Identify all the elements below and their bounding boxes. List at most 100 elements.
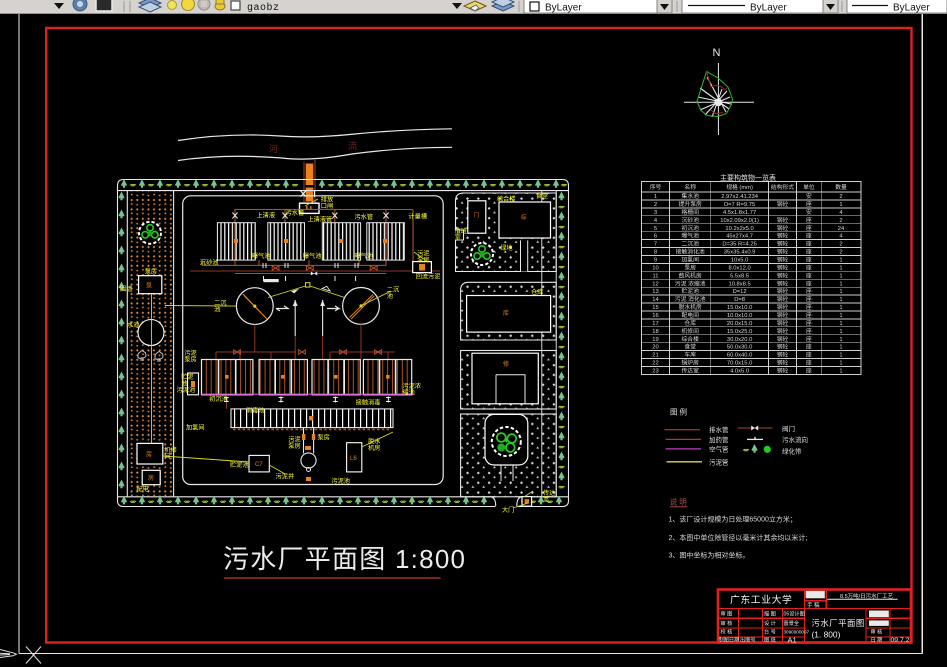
svg-text:图例: 图例 bbox=[670, 407, 689, 417]
svg-text:污泥泵房: 污泥泵房 bbox=[184, 349, 196, 364]
svg-text:70.0x15.0: 70.0x15.0 bbox=[727, 361, 752, 367]
svg-text:沉砂池: 沉砂池 bbox=[200, 259, 219, 267]
svg-text:广东工业大学: 广东工业大学 bbox=[730, 593, 792, 606]
svg-text:2: 2 bbox=[839, 218, 842, 224]
svg-text:3: 3 bbox=[654, 210, 657, 216]
svg-text:座: 座 bbox=[806, 224, 812, 232]
svg-text:泵房: 泵房 bbox=[684, 263, 696, 271]
svg-text:24: 24 bbox=[838, 226, 845, 232]
svg-text:8.5万吨/日污水厂工艺: 8.5万吨/日污水厂工艺 bbox=[840, 592, 894, 600]
svg-text:19: 19 bbox=[652, 337, 658, 343]
svg-text:钢砼: 钢砼 bbox=[777, 351, 789, 359]
svg-text:1: 1 bbox=[839, 361, 842, 367]
svg-text:16: 16 bbox=[652, 313, 658, 319]
svg-text:规格 (mm): 规格 (mm) bbox=[726, 183, 753, 191]
svg-text:库: 库 bbox=[503, 309, 509, 317]
svg-text:污水厂平面图 1:800: 污水厂平面图 1:800 bbox=[223, 544, 465, 574]
svg-text:15.0x25.0: 15.0x25.0 bbox=[727, 329, 752, 335]
svg-text:钢砼: 钢砼 bbox=[777, 303, 789, 311]
svg-text:钢砼: 钢砼 bbox=[777, 256, 789, 264]
svg-text:10.8x8.5: 10.8x8.5 bbox=[728, 281, 750, 287]
svg-text:C7: C7 bbox=[255, 462, 263, 468]
svg-text:1: 1 bbox=[839, 313, 842, 319]
svg-text:35x35.4x0.9: 35x35.4x0.9 bbox=[724, 250, 756, 256]
svg-text:gaobz: gaobz bbox=[247, 2, 280, 14]
svg-text:1: 1 bbox=[839, 369, 842, 375]
svg-text:1: 1 bbox=[839, 345, 842, 351]
svg-text:钢砼: 钢砼 bbox=[777, 240, 789, 248]
svg-text:18: 18 bbox=[652, 329, 658, 335]
svg-text:钢砼: 钢砼 bbox=[777, 319, 789, 327]
svg-text:空气管: 空气管 bbox=[709, 445, 729, 454]
svg-text:房: 房 bbox=[148, 474, 154, 482]
svg-text:2、本图中单位除管径以毫米计其余均以米计;: 2、本图中单位除管径以毫米计其余均以米计; bbox=[669, 533, 808, 542]
svg-text:传达室: 传达室 bbox=[681, 367, 699, 375]
svg-text:曝气池: 曝气池 bbox=[355, 252, 374, 260]
svg-text:污水管: 污水管 bbox=[355, 213, 374, 221]
svg-text:钢砼: 钢砼 bbox=[777, 327, 789, 335]
svg-text:22: 22 bbox=[652, 361, 658, 367]
svg-text:钢砼: 钢砼 bbox=[777, 271, 789, 279]
svg-text:泵房: 泵房 bbox=[317, 434, 329, 442]
svg-text:10x2.09x2.0(1): 10x2.09x2.0(1) bbox=[720, 218, 759, 224]
svg-text:座: 座 bbox=[806, 295, 812, 303]
svg-text:座: 座 bbox=[806, 319, 812, 327]
svg-text:名称: 名称 bbox=[684, 183, 696, 191]
svg-text:座: 座 bbox=[806, 271, 812, 279]
svg-text:加氯间: 加氯间 bbox=[186, 424, 205, 432]
svg-text:手 稿: 手 稿 bbox=[807, 601, 820, 609]
svg-text:14: 14 bbox=[652, 297, 659, 303]
svg-text:流: 流 bbox=[348, 140, 357, 151]
svg-text:8: 8 bbox=[654, 250, 657, 256]
svg-text:钢砼: 钢砼 bbox=[777, 295, 789, 303]
svg-text:6: 6 bbox=[654, 234, 657, 240]
svg-text:贮泥池: 贮泥池 bbox=[681, 287, 699, 295]
svg-text:座: 座 bbox=[806, 351, 812, 359]
svg-text:60.0x40.0: 60.0x40.0 bbox=[727, 353, 752, 359]
svg-text:综合楼: 综合楼 bbox=[497, 195, 516, 203]
svg-text:综: 综 bbox=[521, 213, 527, 221]
svg-text:3、图中坐标为相对坐标。: 3、图中坐标为相对坐标。 bbox=[669, 551, 750, 560]
svg-text:结构形式: 结构形式 bbox=[771, 183, 794, 191]
svg-text:20: 20 bbox=[652, 345, 658, 351]
svg-text:1: 1 bbox=[839, 258, 842, 264]
svg-text:21: 21 bbox=[652, 353, 658, 359]
svg-text:座: 座 bbox=[806, 335, 812, 343]
svg-text:1、该厂设计规模为日处理65000立方米；: 1、该厂设计规模为日处理65000立方米； bbox=[669, 515, 797, 524]
svg-text:10.2x2x5.0: 10.2x2x5.0 bbox=[725, 226, 753, 232]
svg-text:1: 1 bbox=[839, 281, 842, 287]
svg-text:ByLayer: ByLayer bbox=[750, 3, 787, 14]
svg-text:钢砼: 钢砼 bbox=[777, 248, 789, 256]
svg-text:排放口闸: 排放口闸 bbox=[321, 196, 333, 211]
svg-text:5.5x8.5: 5.5x8.5 bbox=[730, 273, 749, 279]
svg-text:1: 1 bbox=[839, 265, 842, 271]
svg-text:7: 7 bbox=[654, 242, 657, 248]
svg-text:图 纸: 图 纸 bbox=[764, 636, 776, 644]
svg-text:食堂: 食堂 bbox=[536, 192, 548, 200]
svg-text:座: 座 bbox=[806, 303, 812, 311]
svg-text:座: 座 bbox=[806, 327, 812, 335]
svg-text:13: 13 bbox=[652, 289, 658, 295]
svg-text:围墙: 围墙 bbox=[120, 285, 132, 293]
svg-text:脱水机房: 脱水机房 bbox=[368, 438, 381, 453]
svg-text:设 计: 设 计 bbox=[764, 619, 776, 627]
svg-text:污泥池: 污泥池 bbox=[177, 386, 196, 394]
svg-text:1: 1 bbox=[839, 289, 842, 295]
svg-text:水池: 水池 bbox=[127, 321, 139, 329]
svg-text:1: 1 bbox=[839, 273, 842, 279]
svg-text:污水管: 污水管 bbox=[286, 209, 305, 217]
svg-text:说明: 说明 bbox=[670, 497, 689, 507]
svg-text:上清液: 上清液 bbox=[257, 212, 276, 220]
svg-text:座: 座 bbox=[806, 216, 812, 224]
svg-text:座: 座 bbox=[806, 200, 812, 208]
svg-text:绿化带: 绿化带 bbox=[782, 447, 802, 456]
svg-text:2: 2 bbox=[839, 242, 842, 248]
svg-text:钢砼: 钢砼 bbox=[777, 343, 789, 351]
svg-text:钢砼: 钢砼 bbox=[777, 200, 789, 208]
svg-text:锅炉房: 锅炉房 bbox=[681, 359, 699, 367]
svg-text:D=35 R=4.25: D=35 R=4.25 bbox=[722, 242, 756, 248]
svg-text:D=8: D=8 bbox=[734, 297, 745, 303]
svg-text:50.0x30.0: 50.0x30.0 bbox=[727, 345, 752, 351]
svg-text:日 期: 日 期 bbox=[871, 637, 883, 644]
svg-text:审 核: 审 核 bbox=[721, 619, 733, 627]
